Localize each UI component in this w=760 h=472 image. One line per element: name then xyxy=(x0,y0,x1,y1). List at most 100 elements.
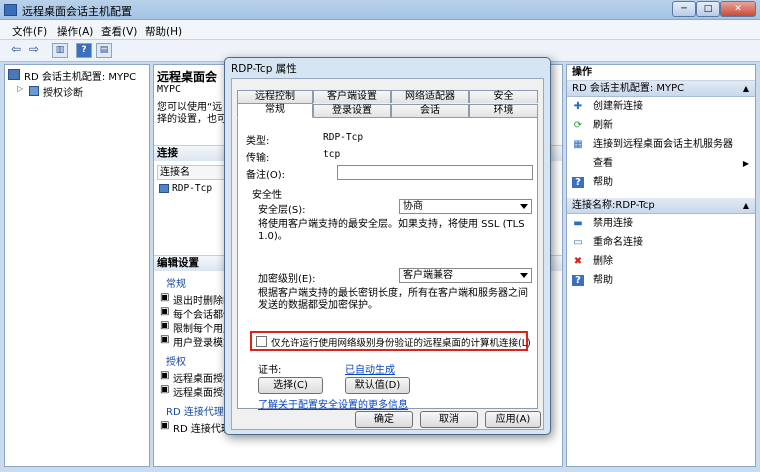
app-icon xyxy=(4,4,17,16)
tab-remote-control[interactable]: 远程控制 xyxy=(237,90,313,103)
action-help-connection[interactable]: ? 帮助 xyxy=(567,271,755,290)
connection-row-rdp-tcp[interactable]: RDP-Tcp xyxy=(172,183,212,194)
connection-icon xyxy=(159,184,169,193)
help-icon[interactable]: ? xyxy=(76,43,92,58)
collapse-arrow-icon[interactable]: ▲ xyxy=(743,81,749,96)
type-value: RDP-Tcp xyxy=(323,132,364,143)
security-group-label: 安全性 xyxy=(252,190,282,201)
help-icon: ? xyxy=(572,177,584,188)
tree-root[interactable]: RD 会话主机配置: MYPC xyxy=(24,68,136,83)
general-tab-page: 类型: RDP-Tcp 传输: tcp 备注(O): 安全性 安全层(S): 协… xyxy=(237,117,538,411)
security-layer-select[interactable]: 协商 xyxy=(399,199,532,214)
nla-checkbox-label[interactable]: 仅允许运行使用网络级别身份验证的远程桌面的计算机连接(L) xyxy=(271,335,531,349)
action-disable-connection[interactable]: ▬ 禁用连接 xyxy=(567,214,755,233)
security-layer-label: 安全层(S): xyxy=(258,205,306,216)
title-bar: 远程桌面会话主机配置 ─ □ ✕ xyxy=(0,0,760,20)
disable-connection-icon: ▬ xyxy=(573,218,583,229)
tab-network-adapter[interactable]: 网络适配器 xyxy=(391,90,469,103)
tab-sessions[interactable]: 会话 xyxy=(391,104,469,117)
collapse-arrow-icon[interactable]: ▲ xyxy=(743,198,749,213)
computer-icon xyxy=(8,69,20,80)
comment-label: 备注(O): xyxy=(246,170,286,181)
console-tree: RD 会话主机配置: MYPC ▷ 授权诊断 xyxy=(4,64,150,467)
cancel-button[interactable]: 取消 xyxy=(420,411,478,428)
dropdown-arrow-icon xyxy=(520,273,528,278)
action-create-connection[interactable]: ✚ 创建新连接 xyxy=(567,97,755,116)
settings-icon: ▣ xyxy=(160,334,170,345)
diagnostics-icon xyxy=(29,86,39,96)
delete-icon: ✖ xyxy=(573,256,583,267)
actions-pane: 操作 RD 会话主机配置: MYPC ▲ ✚ 创建新连接 ⟳ 刷新 ▦ 连接到远程桌面… xyxy=(566,64,756,467)
window-title: 远程桌面会话主机配置 xyxy=(22,5,132,18)
rename-icon: ▭ xyxy=(573,237,583,248)
submenu-arrow-icon: ▶ xyxy=(742,159,749,168)
group-general: 常规 xyxy=(166,279,186,290)
dialog-client-area: 远程控制 客户端设置 网络适配器 安全 常规 登录设置 会话 环境 类型: RD… xyxy=(231,78,544,430)
action-pane-icon[interactable]: ▤ xyxy=(96,43,112,58)
menu-help[interactable]: 帮助(H) xyxy=(145,24,182,39)
transport-value: tcp xyxy=(323,149,341,160)
menu-bar: 文件(F) 操作(A) 查看(V) 帮助(H) xyxy=(0,20,760,40)
comment-input[interactable] xyxy=(337,165,533,180)
tab-logon-settings[interactable]: 登录设置 xyxy=(313,104,391,117)
tab-general[interactable]: 常规 xyxy=(237,103,313,118)
action-refresh[interactable]: ⟳ 刷新 xyxy=(567,116,755,135)
new-connection-icon: ✚ xyxy=(573,101,583,112)
action-delete[interactable]: ✖ 删除 xyxy=(567,252,755,271)
encryption-level-label: 加密级别(E): xyxy=(258,274,316,285)
console-tree-icon[interactable]: ▥ xyxy=(52,43,68,58)
actions-header: 操作 xyxy=(567,65,755,81)
page-title: 远程桌面会 xyxy=(157,70,218,84)
actions-section-server[interactable]: RD 会话主机配置: MYPC ▲ xyxy=(567,81,755,97)
rdp-tcp-properties-dialog: RDP-Tcp 属性 远程控制 客户端设置 网络适配器 安全 常规 登录设置 会… xyxy=(224,57,551,435)
apply-button[interactable]: 应用(A) xyxy=(485,411,541,428)
settings-icon: ▣ xyxy=(160,306,170,317)
certificate-value-link[interactable]: 已自动生成 xyxy=(345,361,395,376)
close-button[interactable]: ✕ xyxy=(720,1,756,17)
group-licensing: 授权 xyxy=(166,357,186,368)
back-arrow-icon[interactable]: ⇦ xyxy=(8,43,24,58)
settings-icon: ▣ xyxy=(160,320,170,331)
description-line2: 择的设置，也可 xyxy=(157,114,227,125)
type-label: 类型: xyxy=(246,136,270,147)
dialog-title: RDP-Tcp 属性 xyxy=(231,63,297,75)
actions-section-connection[interactable]: 连接名称:RDP-Tcp ▲ xyxy=(567,198,755,214)
settings-icon: ▣ xyxy=(160,420,170,431)
default-certificate-button[interactable]: 默认值(D) xyxy=(345,377,410,394)
action-rename-connection[interactable]: ▭ 重命名连接 xyxy=(567,233,755,252)
settings-icon: ▣ xyxy=(160,384,170,395)
security-layer-description: 将使用客户端支持的最安全层。如果支持，将使用 SSL (TLS 1.0)。 xyxy=(258,219,525,242)
action-help[interactable]: ? 帮助 xyxy=(567,173,755,192)
group-rd-connection-broker: RD 连接代理 xyxy=(166,407,224,418)
minimize-button[interactable]: ─ xyxy=(672,1,696,17)
transport-label: 传输: xyxy=(246,153,270,164)
tab-environment[interactable]: 环境 xyxy=(469,104,538,117)
tab-client-settings[interactable]: 客户端设置 xyxy=(313,90,391,103)
nla-checkbox[interactable] xyxy=(256,336,267,347)
action-view[interactable]: 查看 ▶ xyxy=(567,154,755,173)
maximize-button[interactable]: □ xyxy=(696,1,720,17)
security-settings-info-link[interactable]: 了解关于配置安全设置的更多信息 xyxy=(258,396,408,411)
help-icon: ? xyxy=(572,275,584,286)
action-connect-server[interactable]: ▦ 连接到远程桌面会话主机服务器 xyxy=(567,135,755,154)
connect-server-icon: ▦ xyxy=(573,139,583,150)
server-name: MYPC xyxy=(157,84,182,95)
encryption-level-select[interactable]: 客户端兼容 xyxy=(399,268,532,283)
tree-licensing-diagnosis[interactable]: 授权诊断 xyxy=(43,84,83,99)
certificate-label: 证书: xyxy=(258,365,282,376)
forward-arrow-icon[interactable]: ⇨ xyxy=(26,43,42,58)
setting-item[interactable]: RD 连接代理 xyxy=(173,420,231,435)
dropdown-arrow-icon xyxy=(520,204,528,209)
tab-security[interactable]: 安全 xyxy=(469,90,538,103)
settings-icon: ▣ xyxy=(160,292,170,303)
refresh-icon: ⟳ xyxy=(573,120,583,131)
select-certificate-button[interactable]: 选择(C) xyxy=(258,377,323,394)
column-header-name[interactable]: 连接名 xyxy=(157,165,227,180)
menu-action[interactable]: 操作(A) xyxy=(57,24,93,39)
menu-file[interactable]: 文件(F) xyxy=(12,24,47,39)
encryption-level-description: 根据客户端支持的最长密钥长度，所有在客户端和服务器之间发送的数据都受加密保护。 xyxy=(258,288,528,311)
settings-icon: ▣ xyxy=(160,370,170,381)
expand-arrow-icon[interactable]: ▷ xyxy=(17,84,23,93)
ok-button[interactable]: 确定 xyxy=(355,411,413,428)
menu-view[interactable]: 查看(V) xyxy=(101,24,137,39)
